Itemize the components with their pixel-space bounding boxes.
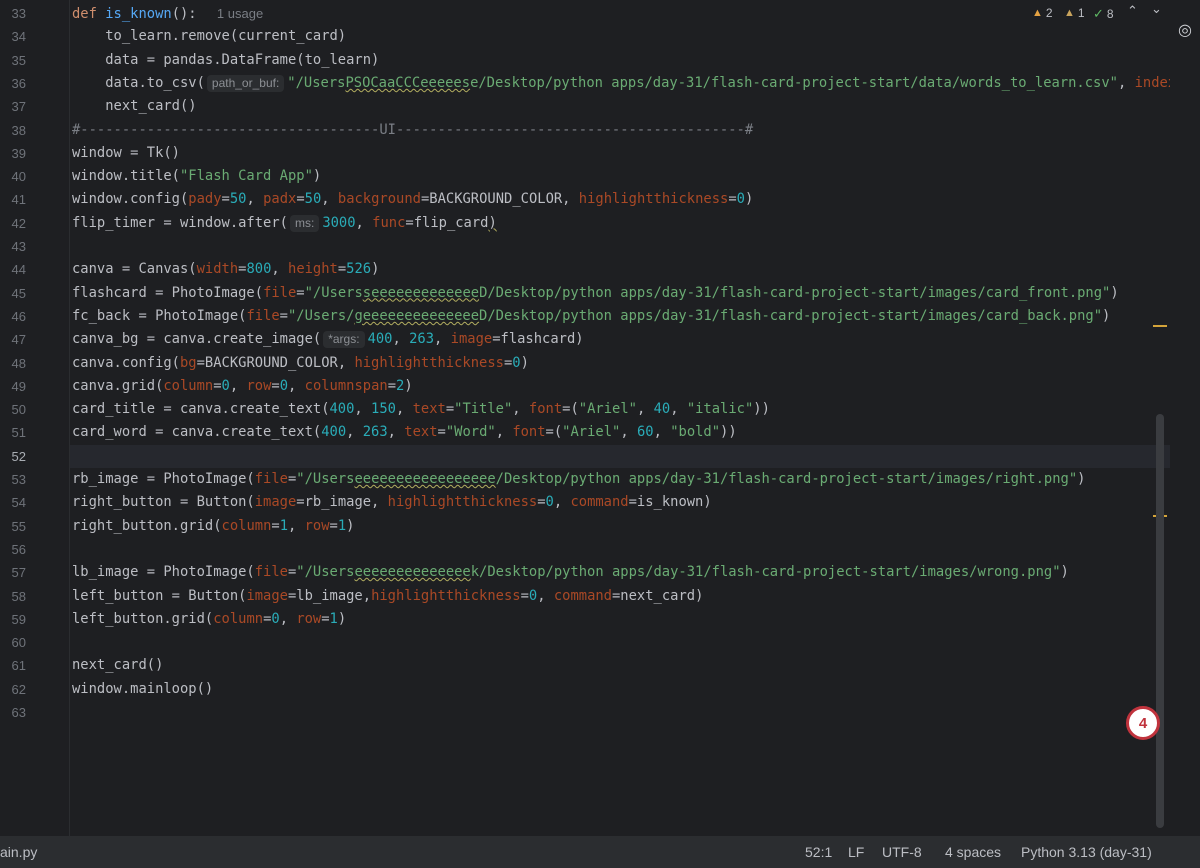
code-line[interactable]	[72, 631, 1170, 654]
warnings-indicator[interactable]: ▲ 2	[1032, 6, 1053, 20]
chevron-up-icon[interactable]: ⌃	[1127, 4, 1138, 19]
line-number: 39	[11, 145, 26, 161]
code-line[interactable]: canva = Canvas(width=800, height=526)	[72, 258, 1170, 281]
code-line[interactable]: right_button = Button(image=rb_image, hi…	[72, 491, 1170, 514]
chevron-down-icon[interactable]: ⌄	[1151, 2, 1162, 17]
caret-position[interactable]: 52:1	[805, 844, 832, 860]
code-line[interactable]: flashcard = PhotoImage(file="/Usersseeee…	[72, 282, 1170, 305]
line-number: 43	[11, 239, 26, 254]
line-number: 59	[11, 611, 26, 627]
line-number: 38	[11, 122, 26, 138]
code-line[interactable]: flip_timer = window.after(ms: 3000, func=…	[72, 212, 1170, 235]
code-line[interactable]	[72, 538, 1170, 561]
code-line[interactable]: next_card()	[72, 654, 1170, 677]
notification-badge[interactable]: 4	[1126, 706, 1160, 740]
code-line[interactable]: next_card()	[72, 95, 1170, 118]
python-interpreter[interactable]: Python 3.13 (day-31)	[1021, 844, 1152, 860]
typos-count: 8	[1106, 7, 1114, 21]
code-line[interactable]: #------------------------------------UI-…	[72, 119, 1170, 142]
code-line[interactable]: def is_known(): 1 usage	[72, 2, 1170, 25]
code-line[interactable]: window = Tk()	[72, 142, 1170, 165]
line-number: 61	[11, 658, 26, 674]
line-number: 45	[11, 285, 26, 301]
code-editor[interactable]: 33 34 35 36 37 38 39 40 41 42 43 44 45 46 47 48 49 50 51 52…	[0, 0, 1170, 836]
code-line[interactable]: fc_back = PhotoImage(file="/Users/geeeee…	[72, 305, 1170, 328]
line-number: 63	[11, 705, 26, 720]
code-line[interactable]: canva_bg = canva.create_image(*args: 400,…	[72, 328, 1170, 351]
scrollbar-track[interactable]	[1170, 0, 1200, 836]
warning-icon: ▲	[1032, 7, 1043, 19]
warning-marker[interactable]	[1153, 325, 1167, 327]
line-number: 50	[11, 402, 26, 418]
ai-assistant-icon[interactable]: ◎	[1178, 20, 1196, 39]
code-line[interactable]: canva.config(bg=BACKGROUND_COLOR, highli…	[72, 352, 1170, 375]
line-number: 42	[11, 215, 26, 231]
line-number: 57	[11, 565, 26, 581]
line-number: 51	[11, 425, 26, 441]
code-line[interactable]: window.config(pady=50, padx=50, backgrou…	[72, 188, 1170, 211]
line-number: 58	[11, 588, 26, 604]
line-number: 41	[11, 192, 26, 208]
code-line[interactable]: window.title("Flash Card App")	[72, 165, 1170, 188]
line-number: 47	[11, 332, 26, 348]
code-line[interactable]: to_learn.remove(current_card)	[72, 25, 1170, 48]
line-number: 34	[11, 29, 26, 45]
file-encoding[interactable]: UTF-8	[882, 844, 922, 860]
line-number: 48	[11, 355, 26, 371]
code-line[interactable]: card_title = canva.create_text(400, 150,…	[72, 398, 1170, 421]
line-number: 37	[11, 99, 26, 115]
check-icon: ✓	[1093, 6, 1104, 21]
line-number: 53	[11, 472, 26, 487]
weak-warnings-indicator[interactable]: ▲ 1	[1064, 6, 1085, 20]
line-number: 60	[11, 635, 26, 651]
line-number: 35	[11, 52, 26, 68]
code-line[interactable]: card_word = canva.create_text(400, 263, …	[72, 421, 1170, 444]
line-number: 62	[11, 681, 26, 697]
current-file-name[interactable]: ain.py	[0, 844, 37, 860]
line-number: 40	[11, 169, 26, 185]
typos-indicator[interactable]: ✓ 8	[1093, 6, 1114, 22]
line-number: 52	[11, 448, 26, 464]
code-line[interactable]: data.to_csv(path_or_buf: "/UsersPSOCaaCCC…	[72, 72, 1170, 95]
code-line[interactable]	[72, 235, 1170, 258]
line-number: 55	[11, 518, 26, 534]
indentation[interactable]: 4 spaces	[945, 844, 1001, 860]
code-line[interactable]: rb_image = PhotoImage(file="/Userseeeeee…	[72, 468, 1170, 491]
line-number: 46	[11, 308, 26, 324]
warnings-count: 2	[1045, 6, 1053, 20]
code-line[interactable]: left_button = Button(image=lb_image,high…	[72, 585, 1170, 608]
scrollbar-thumb[interactable]	[1156, 414, 1164, 828]
line-number: 36	[11, 75, 26, 91]
code-line[interactable]: lb_image = PhotoImage(file="/Userseeeeee…	[72, 561, 1170, 584]
line-number: 56	[11, 541, 26, 557]
status-bar: ain.py 52:1 LF UTF-8 4 spaces Python 3.1…	[0, 836, 1200, 868]
code-line[interactable]	[70, 444, 1170, 468]
code-line[interactable]: canva.grid(column=0, row=0, columnspan=2…	[72, 375, 1170, 398]
code-line[interactable]: data = pandas.DataFrame(to_learn)	[72, 49, 1170, 72]
weak-warning-icon: ▲	[1064, 7, 1075, 19]
code-line[interactable]: left_button.grid(column=0, row=1)	[72, 608, 1170, 631]
line-separator[interactable]: LF	[848, 844, 864, 860]
code-line[interactable]	[72, 701, 1170, 724]
weak-warnings-count: 1	[1077, 6, 1085, 20]
line-number: 49	[11, 378, 26, 394]
line-number: 54	[11, 495, 26, 511]
code-line[interactable]: window.mainloop()	[72, 678, 1170, 701]
notification-count: 4	[1138, 714, 1148, 732]
code-line[interactable]: right_button.grid(column=1, row=1)	[72, 515, 1170, 538]
line-number: 33	[11, 6, 26, 21]
line-number: 44	[11, 262, 26, 278]
line-number-gutter[interactable]: 33 34 35 36 37 38 39 40 41 42 43 44 45 46 47 48 49 50 51 52…	[0, 0, 70, 836]
